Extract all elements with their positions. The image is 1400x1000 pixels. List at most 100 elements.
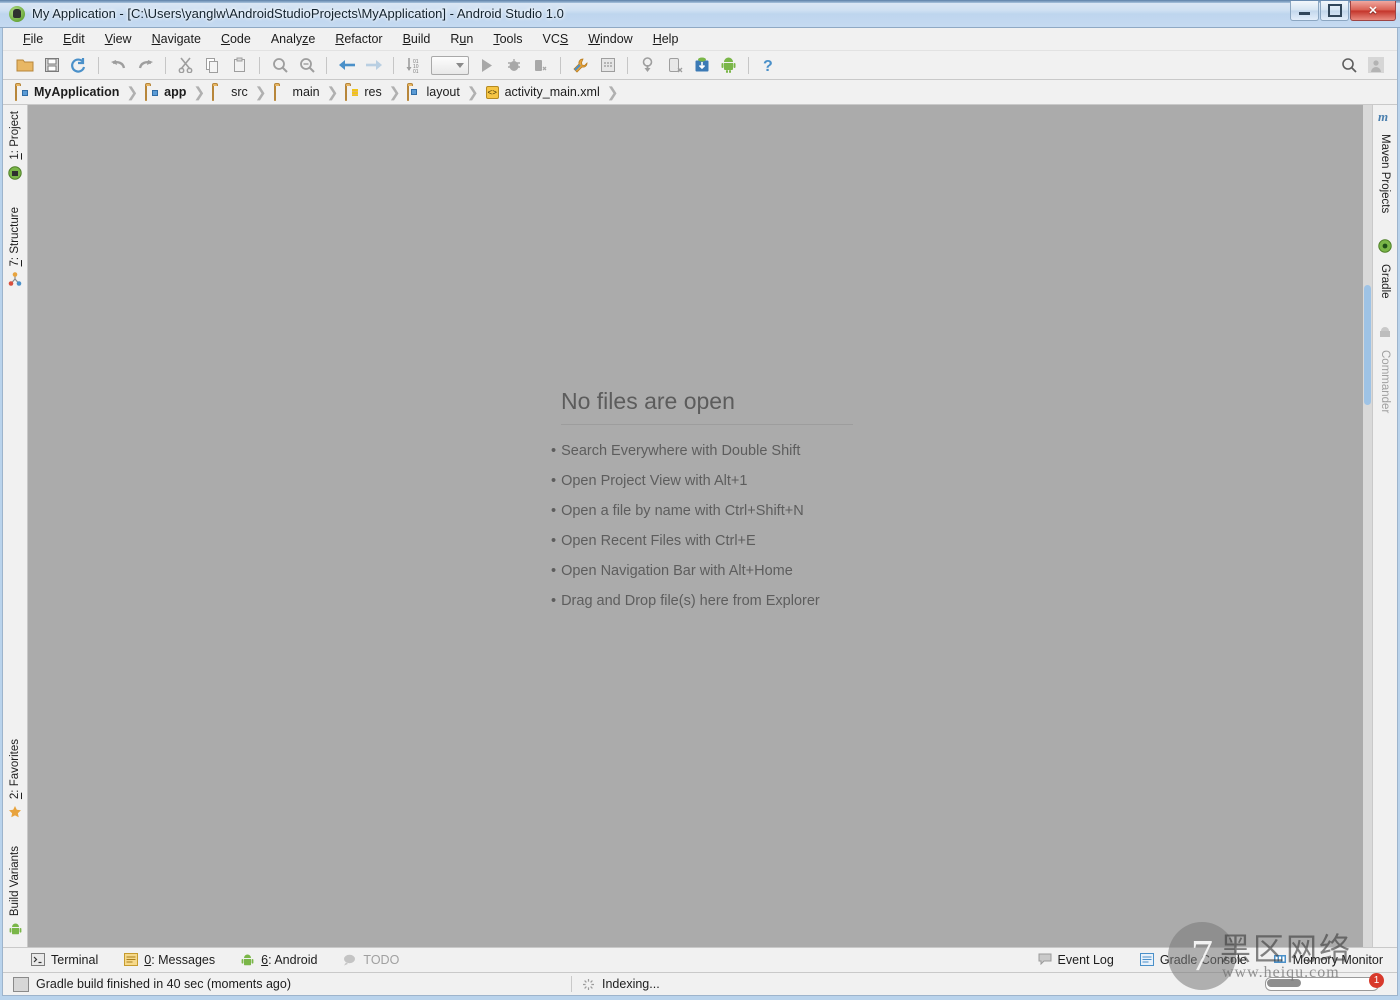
breadcrumb-label: activity_main.xml bbox=[504, 85, 600, 99]
sidebar-item-maven-projects[interactable]: Maven Projects bbox=[1379, 134, 1391, 213]
redo-icon[interactable] bbox=[135, 55, 156, 76]
open-folder-icon[interactable] bbox=[14, 55, 35, 76]
breadcrumb-item-main[interactable]: main bbox=[270, 80, 322, 104]
bullet-icon: • bbox=[551, 593, 557, 609]
sidebar-item-structure[interactable]: 7: Structure bbox=[9, 207, 21, 266]
menu-edit[interactable]: Edit bbox=[53, 28, 95, 50]
editor-tip-text: Open Project View with Alt+1 bbox=[561, 473, 748, 489]
commander-icon bbox=[1378, 325, 1392, 344]
project-icon bbox=[8, 165, 22, 185]
bullet-icon: • bbox=[551, 473, 557, 489]
search-icon[interactable] bbox=[1338, 55, 1359, 76]
find-icon[interactable] bbox=[269, 55, 290, 76]
breadcrumb-item-myapplication[interactable]: MyApplication bbox=[11, 80, 121, 104]
menu-view[interactable]: View bbox=[95, 28, 142, 50]
bottom-item-terminal[interactable]: Terminal bbox=[31, 953, 98, 967]
save-all-icon[interactable] bbox=[41, 55, 62, 76]
bottom-item-gradle-console[interactable]: Gradle Console bbox=[1139, 953, 1247, 967]
editor-vertical-scrollbar[interactable] bbox=[1363, 105, 1372, 947]
forward-icon[interactable] bbox=[363, 55, 384, 76]
sync-gradle-icon[interactable] bbox=[637, 55, 658, 76]
bottom-item-todo[interactable]: TODO bbox=[343, 953, 399, 967]
editor-area[interactable]: No files are open • Search Everywhere wit… bbox=[28, 105, 1372, 947]
paste-icon[interactable] bbox=[229, 55, 250, 76]
breadcrumb-item-layout[interactable]: layout bbox=[403, 80, 461, 104]
undo-icon[interactable] bbox=[108, 55, 129, 76]
bullet-icon: • bbox=[551, 563, 557, 579]
sidebar-item-commander[interactable]: Commander bbox=[1379, 350, 1391, 413]
menu-analyze[interactable]: Analyze bbox=[261, 28, 325, 50]
help-icon[interactable]: ? bbox=[758, 55, 779, 76]
breadcrumb-item-app[interactable]: app bbox=[141, 80, 188, 104]
user-avatar-icon[interactable] bbox=[1365, 55, 1386, 76]
memory-monitor-icon bbox=[1273, 953, 1287, 967]
workspace: 1: Project 7: Structure 2: Favorites Bui… bbox=[3, 105, 1397, 947]
cut-icon[interactable] bbox=[175, 55, 196, 76]
status-message-cell[interactable]: Gradle build finished in 40 sec (moments… bbox=[3, 973, 301, 995]
sidebar-item-label: 1: Project bbox=[9, 111, 21, 160]
breadcrumb-label: layout bbox=[426, 85, 460, 99]
sdk-manager-icon[interactable] bbox=[570, 55, 591, 76]
sidebar-item-label: Maven Projects bbox=[1379, 134, 1391, 214]
breadcrumb-separator-icon: ❯ bbox=[126, 83, 139, 100]
restore-button[interactable] bbox=[1320, 1, 1349, 21]
replace-icon[interactable] bbox=[296, 55, 317, 76]
status-progress-label: Indexing... bbox=[602, 977, 660, 991]
svg-text:01: 01 bbox=[413, 69, 419, 73]
bottom-tool-stripe: Terminal 0: Messages 6: Android TODO Eve… bbox=[3, 947, 1397, 972]
debug-icon[interactable] bbox=[503, 55, 524, 76]
menu-navigate[interactable]: Navigate bbox=[142, 28, 211, 50]
menu-build[interactable]: Build bbox=[393, 28, 441, 50]
toolbar-separator bbox=[393, 56, 394, 74]
menu-code[interactable]: Code bbox=[211, 28, 261, 50]
empty-editor-placeholder: No files are open • Search Everywhere wit… bbox=[28, 105, 1372, 947]
scrollbar-thumb[interactable] bbox=[1364, 285, 1371, 405]
editor-tip: • Open Navigation Bar with Alt+Home bbox=[551, 563, 853, 579]
android-download-icon[interactable] bbox=[691, 55, 712, 76]
bottom-item-messages[interactable]: 0: Messages bbox=[124, 953, 215, 967]
breadcrumb-item-src[interactable]: src bbox=[208, 80, 250, 104]
run-icon[interactable] bbox=[476, 55, 497, 76]
title-bar: My Application - [C:\Users\yanglw\Androi… bbox=[0, 0, 1400, 28]
avd-manager-icon[interactable] bbox=[597, 55, 618, 76]
sync-refresh-icon[interactable] bbox=[68, 55, 89, 76]
bottom-item-event-log[interactable]: Event Log bbox=[1038, 953, 1114, 967]
bottom-item-memory-monitor[interactable]: Memory Monitor bbox=[1273, 953, 1383, 967]
bottom-item-label: Terminal bbox=[51, 953, 99, 967]
breadcrumb-separator-icon: ❯ bbox=[326, 83, 339, 100]
menu-vcs[interactable]: VCS bbox=[533, 28, 579, 50]
menu-refactor[interactable]: Refactor bbox=[325, 28, 392, 50]
sidebar-item-favorites[interactable]: 2: Favorites bbox=[9, 739, 21, 799]
copy-icon[interactable] bbox=[202, 55, 223, 76]
breadcrumb-label: res bbox=[364, 85, 382, 99]
bottom-item-android[interactable]: 6: Android bbox=[241, 953, 317, 967]
menu-window[interactable]: Window bbox=[578, 28, 642, 50]
right-tool-stripe: m Maven Projects Gradle Commander bbox=[1372, 105, 1397, 947]
menu-file[interactable]: File bbox=[13, 28, 53, 50]
menu-run[interactable]: Run bbox=[440, 28, 483, 50]
minimize-button[interactable] bbox=[1290, 1, 1319, 21]
breadcrumb-item-activity-main-xml[interactable]: <> activity_main.xml bbox=[482, 80, 602, 104]
sidebar-item-label: 7: Structure bbox=[9, 206, 21, 267]
svg-text:?: ? bbox=[763, 58, 773, 74]
menu-tools[interactable]: Tools bbox=[483, 28, 532, 50]
menu-help[interactable]: Help bbox=[643, 28, 689, 50]
sidebar-item-build-variants[interactable]: Build Variants bbox=[9, 846, 21, 916]
android-icon[interactable] bbox=[718, 55, 739, 76]
run-configuration-combo[interactable] bbox=[431, 55, 469, 75]
breadcrumb-separator-icon: ❯ bbox=[388, 83, 401, 100]
sidebar-item-gradle[interactable]: Gradle bbox=[1379, 264, 1391, 299]
back-icon[interactable] bbox=[336, 55, 357, 76]
breadcrumb-item-res[interactable]: res bbox=[341, 80, 383, 104]
editor-tip: • Open a file by name with Ctrl+Shift+N bbox=[551, 503, 853, 519]
android-icon bbox=[241, 953, 255, 967]
structure-icon bbox=[8, 272, 22, 291]
window-title: My Application - [C:\Users\yanglw\Androi… bbox=[32, 6, 564, 21]
close-button[interactable]: ✕ bbox=[1350, 1, 1396, 21]
sidebar-item-label: Commander bbox=[1379, 349, 1391, 414]
sidebar-item-project[interactable]: 1: Project bbox=[9, 111, 21, 160]
sort-numeric-icon[interactable]: 01 10 01 bbox=[403, 55, 424, 76]
stop-icon[interactable] bbox=[530, 55, 551, 76]
device-monitor-icon[interactable] bbox=[664, 55, 685, 76]
toolbar-separator bbox=[98, 56, 99, 74]
